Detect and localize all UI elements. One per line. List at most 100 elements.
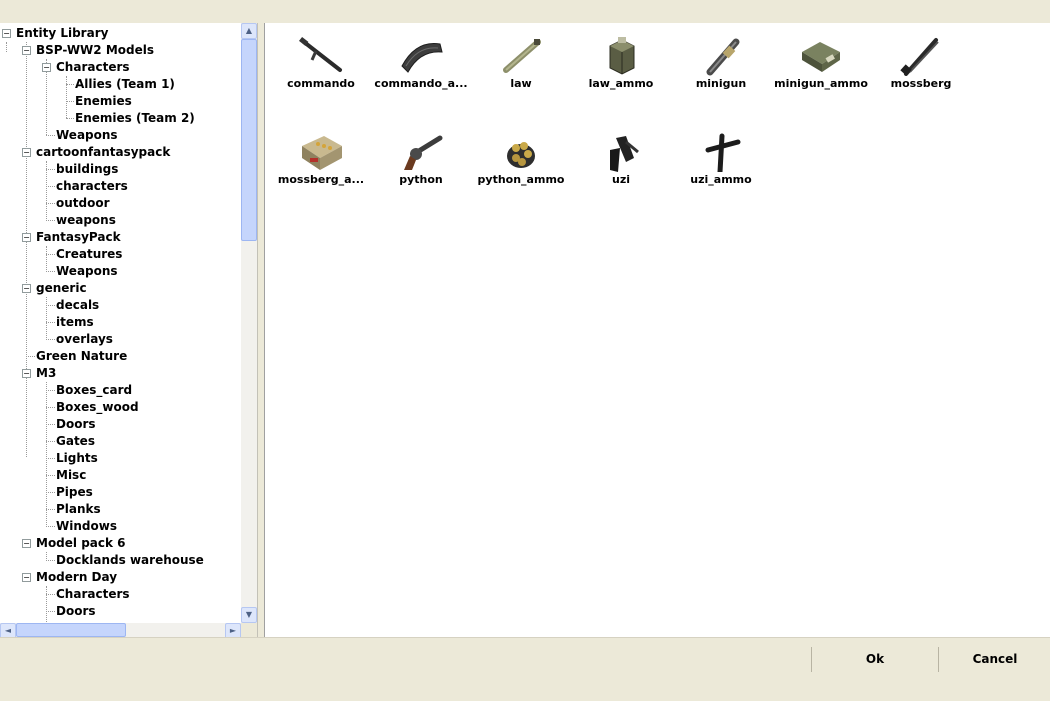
entity-tile-mossberg-ammo[interactable]: mossberg_a... (270, 127, 372, 197)
tree-connector (26, 42, 27, 457)
smg-magazine-icon (705, 133, 741, 172)
entity-label: commando_a... (374, 77, 468, 90)
tree-content: − Entity Library − BSP-WW2 Models − Char… (0, 23, 241, 623)
rifle-icon (299, 36, 342, 72)
rocket-launcher-icon (503, 39, 541, 73)
tree-item-label: Pipes (56, 485, 93, 499)
entity-tile-python[interactable]: python (370, 127, 472, 197)
tree-item-label: BSP-WW2 Models (36, 43, 154, 57)
entity-label: law (510, 77, 532, 90)
entity-tile-python-ammo[interactable]: python_ammo (470, 127, 572, 197)
tree-item-label: Entity Library (16, 26, 109, 40)
tree-connector (46, 594, 55, 595)
scroll-down-button[interactable]: ▼ (241, 607, 257, 623)
tree-connector (66, 101, 74, 102)
entity-label: law_ammo (588, 77, 654, 90)
tree-item-label: Enemies (75, 94, 132, 108)
tree-connector (46, 203, 55, 204)
collapse-icon[interactable]: − (22, 148, 31, 157)
tree-connector (46, 297, 47, 338)
tree-item-label: Windows (56, 519, 117, 533)
vertical-scroll-thumb[interactable] (241, 39, 257, 241)
tree-item-label: Weapons (56, 128, 118, 142)
tree-item-label: Doors (56, 604, 96, 618)
tree-connector (46, 382, 47, 525)
tree-connector (46, 135, 55, 136)
tree-item-label: Misc (56, 468, 87, 482)
collapse-icon[interactable]: − (22, 539, 31, 548)
tree-item-label: characters (56, 179, 128, 193)
tree-item-label: buildings (56, 162, 119, 176)
tree-connector (46, 322, 55, 323)
shell-box-icon (302, 136, 342, 170)
scroll-up-button[interactable]: ▲ (241, 23, 257, 39)
tree-connector (66, 118, 74, 119)
collapse-icon[interactable]: − (22, 46, 31, 55)
tree-connector (46, 169, 55, 170)
minigun-icon (706, 38, 740, 76)
shotgun-icon (900, 38, 939, 76)
tree-connector (66, 84, 74, 85)
entity-label: mossberg (890, 77, 952, 90)
tree-connector (46, 339, 55, 340)
tree-item-label: outdoor (56, 196, 110, 210)
entity-tile-uzi[interactable]: uzi (570, 127, 672, 197)
tree-item-label: Creatures (56, 247, 123, 261)
entity-tile-mossberg[interactable]: mossberg (870, 31, 972, 101)
entity-library-tree[interactable]: − Entity Library − BSP-WW2 Models − Char… (0, 23, 258, 639)
entity-label: uzi (611, 173, 630, 186)
entity-tile-law[interactable]: law (470, 31, 572, 101)
tree-item-label: generic (36, 281, 87, 295)
collapse-icon[interactable]: − (42, 63, 51, 72)
tree-item-label: weapons (56, 213, 116, 227)
tree-connector (46, 390, 55, 391)
tree-connector (46, 526, 55, 527)
entity-tile-minigun[interactable]: minigun (670, 31, 772, 101)
collapse-icon[interactable]: − (22, 573, 31, 582)
bullets-icon (507, 142, 535, 168)
tree-item-label: decals (56, 298, 100, 312)
tree-item-label: Modern Day (36, 570, 118, 584)
horizontal-scroll-thumb[interactable] (16, 623, 126, 637)
tree-vertical-scrollbar[interactable]: ▲ ▼ (241, 23, 257, 623)
tree-connector (46, 475, 55, 476)
collapse-icon[interactable]: − (22, 233, 31, 242)
scrollbar-corner (241, 623, 257, 637)
cancel-button[interactable]: Cancel (938, 647, 1050, 672)
tree-connector (46, 246, 47, 270)
collapse-icon[interactable]: − (22, 284, 31, 293)
smg-icon (610, 136, 639, 172)
entity-tile-minigun-ammo[interactable]: minigun_ammo (770, 31, 872, 101)
tree-connector (46, 305, 55, 306)
tree-connector (46, 509, 55, 510)
collapse-icon[interactable]: − (22, 369, 31, 378)
collapse-icon[interactable]: − (2, 29, 11, 38)
tree-item-label: Characters (56, 587, 130, 601)
entity-tile-commando-ammo[interactable]: commando_a... (370, 31, 472, 101)
ok-button[interactable]: Ok (811, 647, 938, 672)
entity-tile-law-ammo[interactable]: law_ammo (570, 31, 672, 101)
tree-connector (46, 560, 55, 561)
tree-connector (26, 356, 35, 357)
tree-item-label: Enemies (Team 2) (75, 111, 195, 125)
tree-item-label: Weapons (56, 264, 118, 278)
ammo-crate-icon (609, 37, 635, 75)
tree-connector (46, 552, 47, 559)
tree-connector (46, 458, 55, 459)
entity-tile-commando[interactable]: commando (270, 31, 372, 101)
tree-item-label: Gates (56, 434, 95, 448)
tree-item-label: Doors (56, 417, 96, 431)
tree-connector (46, 586, 47, 623)
tree-connector (6, 42, 7, 52)
dialog-button-bar: Ok Cancel (0, 637, 1050, 701)
revolver-icon (404, 135, 443, 170)
entity-label: commando (287, 77, 355, 90)
entity-label: python (399, 173, 443, 186)
entity-tile-uzi-ammo[interactable]: uzi_ammo (670, 127, 772, 197)
tree-horizontal-scrollbar[interactable]: ◄ ► (0, 623, 241, 639)
tree-item-label: Allies (Team 1) (75, 77, 175, 91)
entity-label: minigun_ammo (774, 77, 868, 90)
tree-item-label: Planks (56, 502, 101, 516)
tree-item-label: FantasyPack (36, 230, 121, 244)
tree-connector (46, 492, 55, 493)
